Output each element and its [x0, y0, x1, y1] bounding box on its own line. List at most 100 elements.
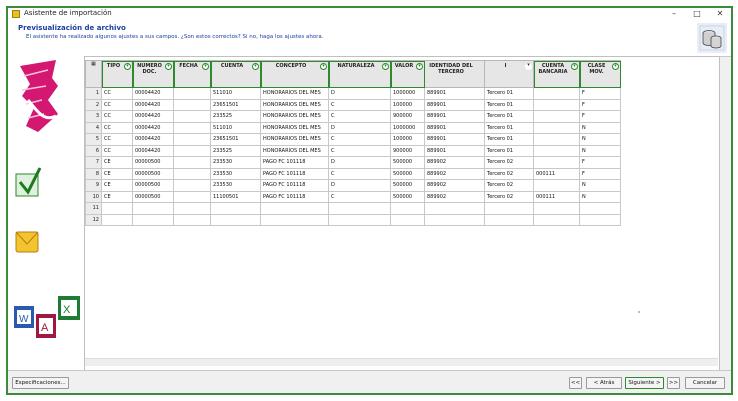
table-row[interactable]: 6 CC 00004420 233525 HONORARIOS DEL MES C 9000… — [85, 144, 621, 157]
table-cell[interactable]: 500000 — [390, 190, 425, 203]
table-cell[interactable] — [173, 144, 211, 157]
table-cell[interactable]: 00004420 — [132, 87, 174, 100]
table-cell[interactable]: Tercero 01 — [484, 87, 534, 100]
grid-corner-icon[interactable]: ▦ — [85, 60, 102, 88]
table-cell[interactable] — [173, 133, 211, 146]
table-row[interactable]: 12 — [85, 213, 621, 226]
row-number[interactable]: 12 — [85, 213, 102, 226]
table-cell[interactable] — [484, 202, 534, 215]
table-cell[interactable]: 889901 — [424, 87, 485, 100]
first-step-button[interactable]: << — [569, 377, 582, 389]
table-cell[interactable]: 889902 — [424, 190, 485, 203]
table-cell[interactable]: CC — [101, 110, 133, 123]
table-cell[interactable]: 100000 — [390, 133, 425, 146]
table-cell[interactable]: N — [579, 179, 621, 192]
table-cell[interactable] — [533, 110, 580, 123]
table-row[interactable]: 11 — [85, 202, 621, 215]
table-cell[interactable] — [173, 110, 211, 123]
table-cell[interactable]: 233530 — [210, 167, 261, 180]
table-cell[interactable]: 900000 — [390, 144, 425, 157]
table-cell[interactable]: C — [328, 133, 391, 146]
table-cell[interactable]: C — [328, 190, 391, 203]
table-cell[interactable]: 511010 — [210, 87, 261, 100]
table-cell[interactable]: C — [328, 167, 391, 180]
table-cell[interactable]: Tercero 02 — [484, 156, 534, 169]
table-cell[interactable] — [173, 87, 211, 100]
row-number[interactable]: 6 — [85, 144, 102, 157]
table-cell[interactable]: 233525 — [210, 144, 261, 157]
column-header[interactable]: I ▾ — [484, 60, 534, 88]
table-cell[interactable] — [533, 87, 580, 100]
column-dropdown-icon[interactable]: ▾ — [252, 63, 259, 70]
table-cell[interactable]: Tercero 01 — [484, 133, 534, 146]
table-cell[interactable] — [533, 144, 580, 157]
last-step-button[interactable]: >> — [667, 377, 680, 389]
table-cell[interactable]: 889902 — [424, 179, 485, 192]
table-cell[interactable]: F — [579, 110, 621, 123]
table-cell[interactable] — [173, 202, 211, 215]
row-number[interactable]: 1 — [85, 87, 102, 100]
table-row[interactable]: 1 CC 00004420 511010 HONORARIOS DEL MES D 1000… — [85, 87, 621, 100]
table-cell[interactable]: 000111 — [533, 190, 580, 203]
table-cell[interactable] — [101, 213, 133, 226]
table-cell[interactable]: 00004420 — [132, 133, 174, 146]
table-cell[interactable]: F — [579, 87, 621, 100]
table-cell[interactable]: 23651501 — [210, 133, 261, 146]
table-cell[interactable]: PAGO FC 101118 — [260, 167, 329, 180]
close-button[interactable]: ✕ — [709, 8, 731, 21]
table-cell[interactable]: 889902 — [424, 167, 485, 180]
column-header[interactable]: FECHA ▾ — [173, 60, 211, 88]
table-cell[interactable]: 889901 — [424, 133, 485, 146]
table-cell[interactable]: N — [579, 144, 621, 157]
table-cell[interactable] — [390, 202, 425, 215]
table-cell[interactable]: 889901 — [424, 98, 485, 111]
table-row[interactable]: 2 CC 00004420 23651501 HONORARIOS DEL MES C 10… — [85, 98, 621, 111]
table-cell[interactable]: CC — [101, 121, 133, 134]
table-cell[interactable] — [328, 213, 391, 226]
table-cell[interactable] — [173, 213, 211, 226]
table-cell[interactable] — [173, 190, 211, 203]
column-header[interactable]: CLASE MOV. ▾ — [579, 60, 621, 88]
row-number[interactable]: 3 — [85, 110, 102, 123]
table-cell[interactable] — [260, 213, 329, 226]
table-cell[interactable]: 889901 — [424, 121, 485, 134]
column-dropdown-icon[interactable]: ▾ — [202, 63, 209, 70]
table-cell[interactable]: CE — [101, 179, 133, 192]
table-cell[interactable] — [484, 213, 534, 226]
table-cell[interactable]: HONORARIOS DEL MES — [260, 144, 329, 157]
table-cell[interactable]: N — [579, 190, 621, 203]
column-header[interactable]: IDENTIDAD DEL TERCERO — [424, 60, 485, 88]
table-cell[interactable] — [533, 179, 580, 192]
table-cell[interactable]: D — [328, 87, 391, 100]
table-cell[interactable]: F — [579, 156, 621, 169]
table-cell[interactable] — [424, 213, 485, 226]
table-cell[interactable]: 00004420 — [132, 98, 174, 111]
table-cell[interactable]: 23651501 — [210, 98, 261, 111]
table-cell[interactable]: HONORARIOS DEL MES — [260, 98, 329, 111]
column-dropdown-icon[interactable]: ▾ — [320, 63, 327, 70]
table-cell[interactable]: D — [328, 121, 391, 134]
column-dropdown-icon[interactable]: ▾ — [525, 63, 532, 70]
table-cell[interactable]: 511010 — [210, 121, 261, 134]
table-row[interactable]: 5 CC 00004420 23651501 HONORARIOS DEL MES C 10… — [85, 133, 621, 146]
table-cell[interactable] — [533, 98, 580, 111]
table-cell[interactable]: 500000 — [390, 179, 425, 192]
table-row[interactable]: 7 CE 00000500 233530 PAGO FC 101118 D 500000 88… — [85, 156, 621, 169]
row-number[interactable]: 7 — [85, 156, 102, 169]
table-cell[interactable]: 11100501 — [210, 190, 261, 203]
table-cell[interactable] — [132, 202, 174, 215]
row-number[interactable]: 9 — [85, 179, 102, 192]
table-cell[interactable]: 00004420 — [132, 110, 174, 123]
table-cell[interactable]: Tercero 02 — [484, 167, 534, 180]
column-header[interactable]: TIPO ▾ — [101, 60, 133, 88]
table-cell[interactable]: 00000500 — [132, 167, 174, 180]
table-cell[interactable]: 000111 — [533, 167, 580, 180]
table-cell[interactable]: 233530 — [210, 179, 261, 192]
column-header[interactable]: NATURALEZA ▾ — [328, 60, 391, 88]
table-cell[interactable] — [173, 179, 211, 192]
specifications-button[interactable]: Especificaciones... — [12, 377, 69, 389]
table-cell[interactable] — [390, 213, 425, 226]
column-header[interactable]: CUENTA ▾ — [210, 60, 261, 88]
table-cell[interactable] — [132, 213, 174, 226]
table-cell[interactable]: Tercero 02 — [484, 190, 534, 203]
